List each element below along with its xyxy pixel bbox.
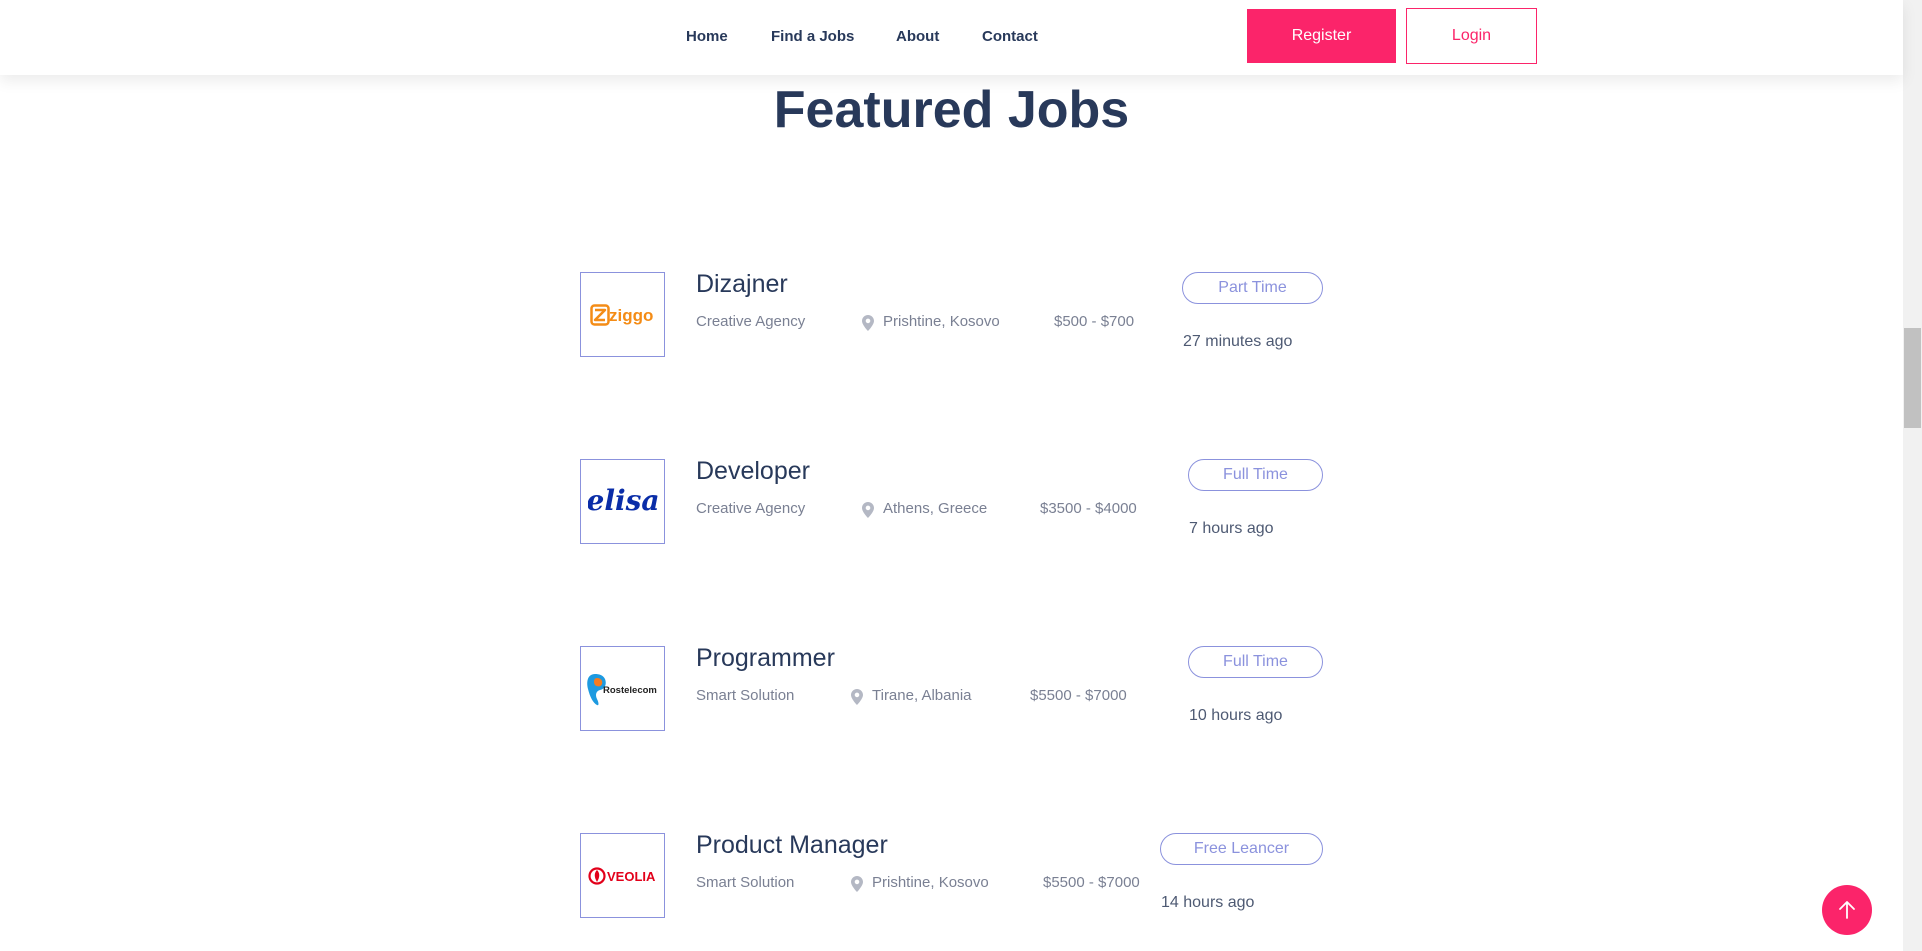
job-title[interactable]: Product Manager — [696, 831, 888, 860]
svg-text:elisa: elisa — [588, 485, 658, 517]
job-salary: $500 - $700 — [1054, 313, 1135, 330]
login-button[interactable]: Login — [1406, 8, 1537, 64]
map-pin-icon — [862, 502, 874, 518]
map-pin-icon — [851, 876, 863, 892]
job-card[interactable]: ziggo Dizajner Creative Agency Prishtine… — [580, 270, 1325, 362]
company-logo[interactable]: elisa — [580, 459, 665, 544]
scrollbar-thumb[interactable] — [1904, 328, 1921, 428]
job-location: Athens, Greece — [883, 500, 988, 517]
arrow-up-icon — [1839, 901, 1855, 919]
job-salary: $5500 - $7000 — [1043, 874, 1140, 891]
posted-time: 10 hours ago — [1189, 707, 1283, 724]
posted-time: 7 hours ago — [1189, 520, 1274, 537]
company-name: Creative Agency — [696, 500, 806, 517]
company-name: Creative Agency — [696, 313, 806, 330]
job-type-badge[interactable]: Full Time — [1188, 646, 1323, 678]
job-card[interactable]: VEOLIA Product Manager Smart Solution Pr… — [580, 831, 1325, 923]
svg-text:ziggo: ziggo — [609, 306, 653, 325]
job-salary: $3500 - $4000 — [1040, 500, 1137, 517]
company-name: Smart Solution — [696, 874, 795, 891]
job-card[interactable]: elisa Developer Creative Agency Athens, … — [580, 457, 1325, 549]
register-button[interactable]: Register — [1247, 9, 1396, 63]
posted-time: 27 minutes ago — [1183, 333, 1293, 350]
job-type-badge[interactable]: Full Time — [1188, 459, 1323, 491]
rostelecom-logo: Rostelecom — [586, 673, 657, 705]
job-title[interactable]: Programmer — [696, 644, 835, 673]
back-to-top-button[interactable] — [1822, 885, 1872, 935]
svg-text:VEOLIA: VEOLIA — [607, 869, 656, 884]
section-title: Featured Jobs — [773, 81, 1130, 139]
nav-contact[interactable]: Contact — [982, 28, 1038, 45]
job-location: Prishtine, Kosovo — [872, 874, 989, 891]
company-logo[interactable]: VEOLIA — [580, 833, 665, 918]
site-header: Home Find a Jobs About Contact Register … — [0, 0, 1903, 75]
job-type-badge[interactable]: Part Time — [1182, 272, 1323, 304]
job-title[interactable]: Developer — [696, 457, 810, 486]
job-location: Prishtine, Kosovo — [883, 313, 1000, 330]
job-card[interactable]: Rostelecom Programmer Smart Solution Tir… — [580, 644, 1325, 736]
company-logo[interactable]: ziggo — [580, 272, 665, 357]
elisa-logo: elisa — [588, 485, 658, 517]
nav-find-jobs[interactable]: Find a Jobs — [771, 28, 854, 45]
map-pin-icon — [862, 315, 874, 331]
job-location: Tirane, Albania — [872, 687, 972, 704]
ziggo-logo: ziggo — [589, 303, 653, 326]
company-logo[interactable]: Rostelecom — [580, 646, 665, 731]
posted-time: 14 hours ago — [1161, 894, 1255, 911]
job-title[interactable]: Dizajner — [696, 270, 788, 299]
company-name: Smart Solution — [696, 687, 795, 704]
nav-home[interactable]: Home — [686, 28, 728, 45]
map-pin-icon — [851, 689, 863, 705]
svg-text:Rostelecom: Rostelecom — [603, 685, 657, 696]
veolia-logo: VEOLIA — [587, 866, 656, 885]
nav-about[interactable]: About — [896, 28, 939, 45]
job-type-badge[interactable]: Free Leancer — [1160, 833, 1323, 865]
job-salary: $5500 - $7000 — [1030, 687, 1127, 704]
scrollbar-track[interactable] — [1903, 0, 1922, 951]
